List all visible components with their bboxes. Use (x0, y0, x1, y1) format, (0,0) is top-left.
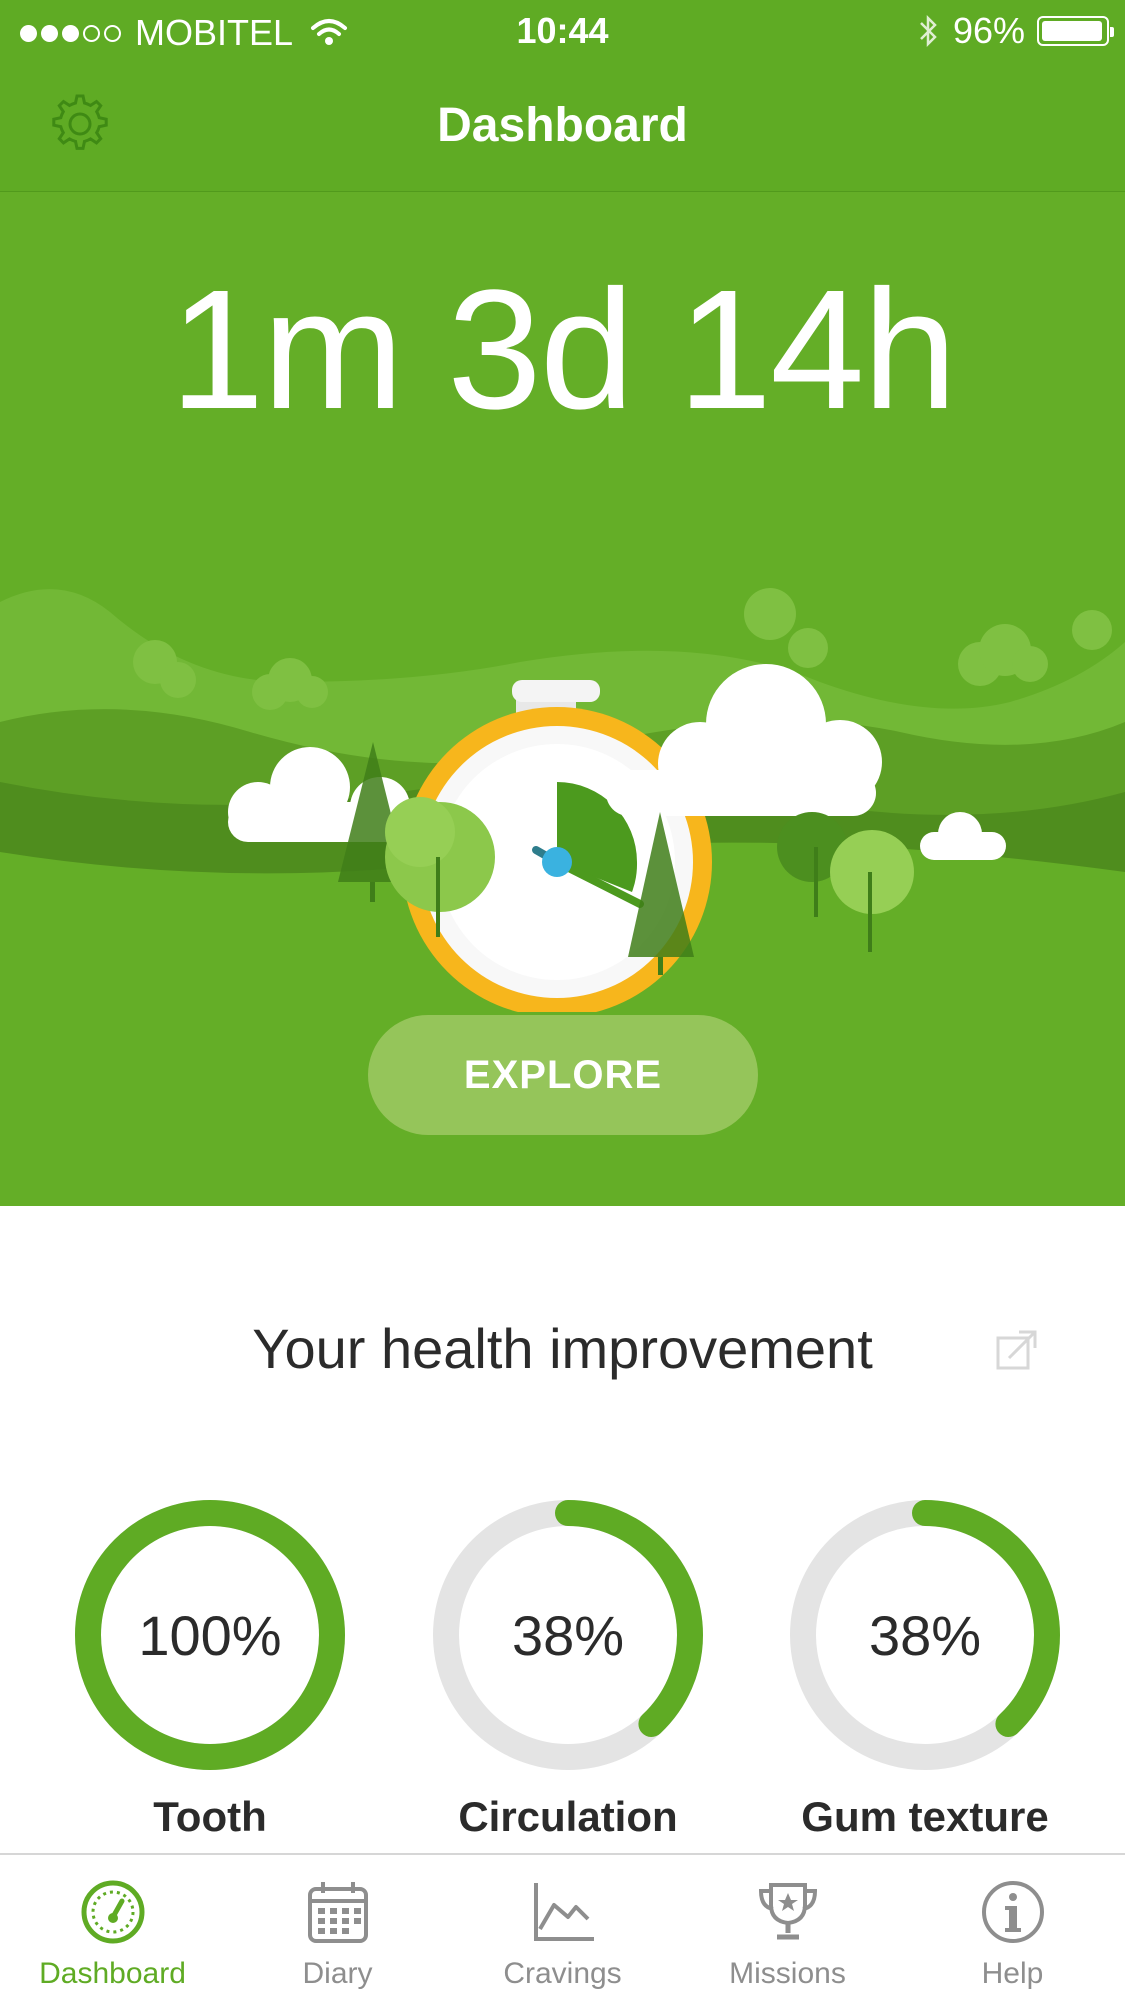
tab-missions[interactable]: Missions (675, 1855, 900, 2001)
gauge-gum-texture[interactable]: 38% (785, 1495, 1065, 1775)
battery-fill (1042, 21, 1102, 41)
trophy-icon (758, 1883, 817, 1940)
tab-label: Missions (729, 1957, 846, 1990)
tab-bar: Dashboard Diary Cravings Missions Help (0, 1853, 1125, 2001)
tab-diary[interactable]: Diary (225, 1855, 450, 2001)
gauge-circulation[interactable]: 38% (428, 1495, 708, 1775)
tab-label: Dashboard (39, 1957, 186, 1990)
hero-panel: 1m 3d 14h EXPLORE (0, 192, 1125, 1206)
explore-button[interactable]: EXPLORE (368, 1015, 758, 1135)
gauge-label-tooth: Tooth (153, 1793, 267, 1840)
chart-icon (533, 1883, 594, 1941)
info-icon (981, 1881, 1044, 1943)
tab-cravings[interactable]: Cravings (450, 1855, 675, 2001)
status-right: 96% (917, 10, 1114, 52)
speedometer-icon (81, 1880, 144, 1944)
tab-label: Help (981, 1957, 1044, 1990)
gauge-label-gum-texture: Gum texture (801, 1793, 1049, 1840)
tab-dashboard[interactable]: Dashboard (0, 1855, 225, 2001)
calendar-icon (307, 1882, 368, 1943)
battery-percent: 96% (952, 10, 1025, 51)
gauge-value: 38% (868, 1603, 982, 1667)
battery-icon (1037, 16, 1114, 46)
status-bar: MOBITEL 10:44 96% (0, 0, 1125, 62)
gauge-tooth[interactable]: 100% (70, 1495, 350, 1775)
share-icon[interactable] (995, 1328, 1039, 1372)
quit-timer: 1m 3d 14h (169, 255, 957, 445)
tab-label: Diary (302, 1957, 373, 1990)
tab-label: Cravings (503, 1957, 622, 1990)
gauge-label-circulation: Circulation (458, 1793, 678, 1840)
gauge-value: 100% (138, 1603, 282, 1667)
page-title: Dashboard (437, 99, 688, 152)
nav-bar: Dashboard (0, 62, 1125, 192)
tab-help[interactable]: Help (900, 1855, 1125, 2001)
bluetooth-icon (920, 14, 937, 48)
stopwatch-landscape-illustration (0, 588, 1125, 1012)
gauge-value: 38% (511, 1603, 625, 1667)
health-section-title: Your health improvement (252, 1317, 873, 1380)
